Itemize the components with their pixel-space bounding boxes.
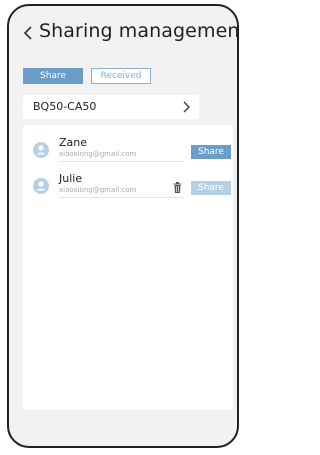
chevron-right-icon: [183, 101, 190, 113]
chevron-left-icon[interactable]: [19, 23, 39, 43]
list-item: Zane xiaoxiong@gmail.com Share: [23, 135, 233, 169]
divider: [59, 197, 184, 198]
user-name: Zane: [59, 136, 88, 149]
device-selector[interactable]: BQ50-CA50: [23, 95, 199, 119]
tab-share[interactable]: Share: [23, 68, 83, 84]
share-button[interactable]: Share: [191, 181, 231, 195]
avatar: [33, 142, 49, 158]
divider: [59, 161, 184, 162]
device-name: BQ50-CA50: [33, 100, 97, 113]
list-item: Julie xiaoxiong@gmail.com Share: [23, 171, 233, 205]
user-email: xiaoxiong@gmail.com: [59, 150, 137, 158]
avatar: [33, 178, 49, 194]
user-email: xiaoxiong@gmail.com: [59, 186, 137, 194]
page-title: Sharing management: [39, 20, 239, 42]
header: Sharing management: [9, 6, 237, 56]
trash-icon[interactable]: [173, 182, 182, 193]
user-list: Zane xiaoxiong@gmail.com Share Julie xia…: [23, 125, 233, 410]
user-name: Julie: [59, 172, 83, 185]
share-button[interactable]: Share: [191, 145, 231, 159]
phone-frame: Sharing management Share Received BQ50-C…: [7, 4, 239, 448]
tab-received[interactable]: Received: [91, 68, 151, 84]
